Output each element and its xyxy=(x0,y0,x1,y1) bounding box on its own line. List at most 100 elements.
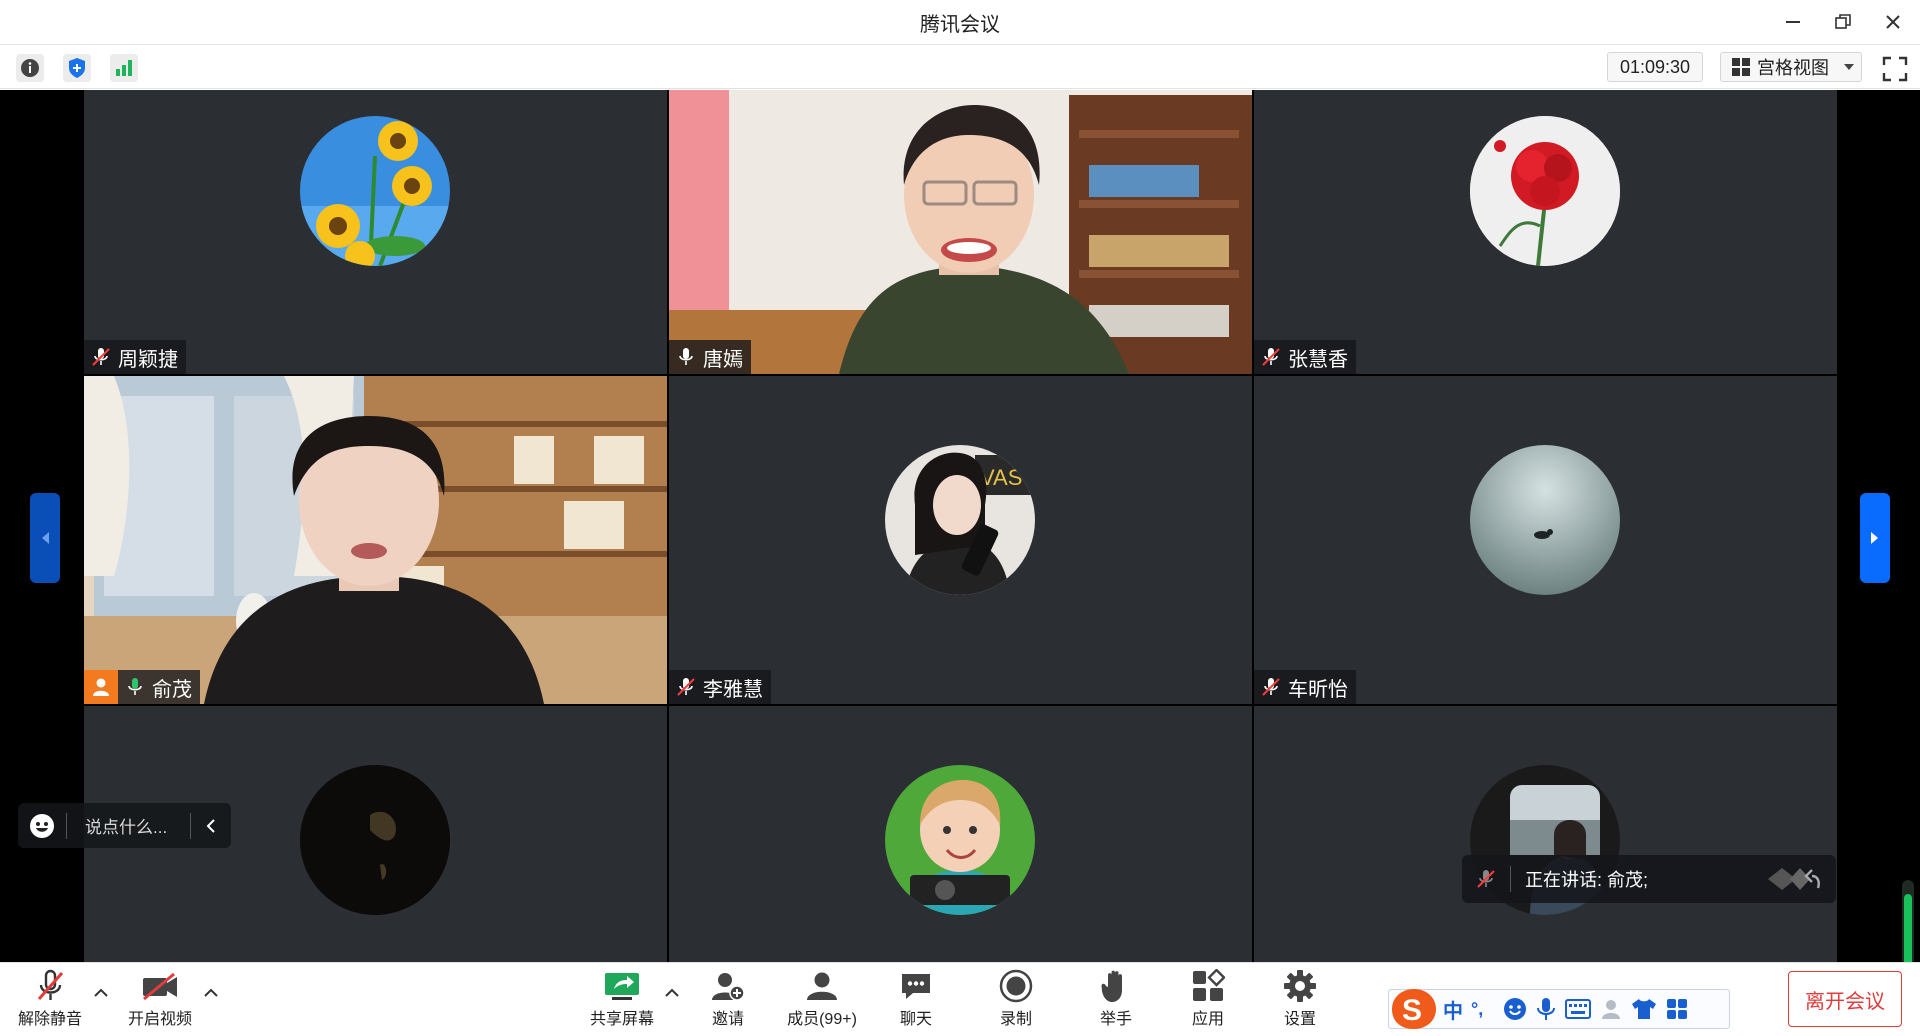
bottom-toolbar: 解除静音 开启视频 共享屏幕 邀请 成员(99+) 聊天 录制 举手 应用 设置… xyxy=(0,962,1920,1035)
unmute-label: 解除静音 xyxy=(17,1011,82,1028)
emoji-icon[interactable] xyxy=(1503,997,1527,1021)
video-options-chevron-icon[interactable] xyxy=(203,985,219,1001)
arrow-left-icon xyxy=(42,532,49,544)
shield-icon[interactable] xyxy=(63,54,91,82)
dropdown-arrow-icon xyxy=(1844,64,1854,70)
participant-tile[interactable] xyxy=(1254,706,1837,962)
svg-text:S: S xyxy=(1402,994,1422,1027)
add-user-icon xyxy=(711,967,745,1005)
arrow-right-icon xyxy=(1871,532,1878,544)
mic-muted-icon xyxy=(1262,678,1280,696)
participant-name: 张慧香 xyxy=(1288,348,1348,371)
participant-tile[interactable]: 张慧香 xyxy=(1254,90,1837,374)
settings-label: 设置 xyxy=(1283,1011,1316,1028)
close-button[interactable] xyxy=(1880,8,1906,36)
gear-icon xyxy=(1283,967,1317,1005)
raise-hand-label: 举手 xyxy=(1099,1011,1132,1028)
members-button[interactable]: 成员(99+) xyxy=(780,967,864,1033)
grid-icon xyxy=(1732,58,1750,76)
participant-avatar xyxy=(1470,445,1620,595)
info-icon[interactable] xyxy=(16,54,44,82)
participant-name: 周颖捷 xyxy=(118,348,178,371)
members-icon xyxy=(805,967,839,1005)
ime-punctuation[interactable]: °, xyxy=(1471,999,1495,1020)
participant-name: 车昕怡 xyxy=(1288,678,1348,701)
invite-label: 邀请 xyxy=(711,1011,744,1028)
start-video-button[interactable]: 开启视频 xyxy=(126,967,194,1033)
emoji-icon[interactable] xyxy=(18,813,66,839)
window-title: 腾讯会议 xyxy=(920,13,1000,36)
audio-options-chevron-icon[interactable] xyxy=(93,985,109,1001)
unmute-button[interactable]: 解除静音 xyxy=(16,967,84,1033)
volume-meter xyxy=(1902,880,1914,962)
share-screen-icon xyxy=(604,967,640,1005)
sogou-logo-icon[interactable]: S xyxy=(1390,987,1438,1031)
invite-button[interactable]: 邀请 xyxy=(700,967,756,1033)
toolbox-grid-icon[interactable] xyxy=(1665,997,1689,1021)
meeting-info-bar: 01:09:30 宫格视图 xyxy=(0,46,1920,89)
collapse-chat-button[interactable] xyxy=(191,818,231,834)
user-icon[interactable] xyxy=(1599,997,1623,1021)
ime-mode[interactable]: 中 xyxy=(1443,995,1463,1024)
participant-tile-active-speaker[interactable]: 俞茂 xyxy=(84,376,667,704)
raise-hand-button[interactable]: 举手 xyxy=(1086,967,1146,1033)
participant-namebar: 李雅慧 xyxy=(669,670,771,704)
quick-chat-box[interactable]: 说点什么... xyxy=(18,803,231,848)
view-mode-label: 宫格视图 xyxy=(1757,58,1829,78)
previous-page-button[interactable] xyxy=(30,493,60,583)
chat-button[interactable]: 聊天 xyxy=(886,967,946,1033)
participant-name: 李雅慧 xyxy=(703,678,763,701)
record-icon xyxy=(999,967,1033,1005)
participant-namebar: 周颖捷 xyxy=(84,340,186,374)
participant-name: 俞茂 xyxy=(152,678,192,701)
fullscreen-icon[interactable] xyxy=(1882,56,1908,82)
voice-input-icon[interactable] xyxy=(1535,997,1557,1021)
settings-button[interactable]: 设置 xyxy=(1270,967,1330,1033)
next-page-button[interactable] xyxy=(1860,493,1890,583)
participant-namebar: 车昕怡 xyxy=(1254,670,1356,704)
chat-icon xyxy=(899,967,933,1005)
apps-button[interactable]: 应用 xyxy=(1180,967,1236,1033)
chat-label: 聊天 xyxy=(899,1011,932,1028)
skin-shirt-icon[interactable] xyxy=(1631,997,1657,1021)
view-mode-button[interactable]: 宫格视图 xyxy=(1720,52,1862,82)
ime-toolbar[interactable]: 中 °, xyxy=(1388,989,1730,1029)
minimize-button[interactable] xyxy=(1780,8,1806,36)
keyboard-icon[interactable] xyxy=(1565,998,1591,1020)
chevron-left-icon xyxy=(206,818,215,833)
mic-muted-icon xyxy=(1262,348,1280,366)
reply-icon[interactable] xyxy=(1762,864,1822,894)
record-label: 录制 xyxy=(999,1011,1032,1028)
participant-namebar: 唐嫣 xyxy=(669,340,751,374)
participant-namebar: 张慧香 xyxy=(1254,340,1356,374)
mic-muted-icon xyxy=(36,967,64,1005)
network-signal-icon[interactable] xyxy=(110,54,138,82)
video-grid: 周颖捷 唐嫣 张慧香 俞茂 VAS 李雅慧 车昕怡 说点什么... 正在讲话: … xyxy=(0,90,1920,962)
chat-input[interactable]: 说点什么... xyxy=(67,813,190,838)
participant-avatar xyxy=(300,765,450,915)
participant-tile[interactable]: 车昕怡 xyxy=(1254,376,1837,704)
participant-tile[interactable]: 周颖捷 xyxy=(84,90,667,374)
leave-meeting-button[interactable]: 离开会议 xyxy=(1788,971,1902,1027)
share-options-chevron-icon[interactable] xyxy=(664,985,680,1001)
participant-video xyxy=(669,90,1252,374)
restore-button[interactable] xyxy=(1830,8,1856,36)
mic-icon xyxy=(679,348,693,365)
start-video-label: 开启视频 xyxy=(127,1011,192,1028)
participant-avatar xyxy=(1470,116,1620,266)
speaking-label: 正在讲话: 俞茂; xyxy=(1525,870,1649,890)
svg-text:VAS: VAS xyxy=(980,465,1022,490)
record-button[interactable]: 录制 xyxy=(986,967,1046,1033)
participant-tile[interactable] xyxy=(669,706,1252,962)
participant-tile[interactable]: VAS 李雅慧 xyxy=(669,376,1252,704)
mic-speaking-icon xyxy=(128,678,142,695)
hand-icon xyxy=(1101,967,1131,1005)
participant-tile[interactable]: 唐嫣 xyxy=(669,90,1252,374)
participant-avatar xyxy=(885,765,1035,915)
share-screen-button[interactable]: 共享屏幕 xyxy=(586,967,658,1033)
mic-muted-icon xyxy=(1462,868,1510,890)
host-icon xyxy=(84,670,118,704)
title-bar: 腾讯会议 xyxy=(0,0,1920,45)
share-screen-label: 共享屏幕 xyxy=(589,1011,654,1028)
camera-off-icon xyxy=(140,967,180,1005)
